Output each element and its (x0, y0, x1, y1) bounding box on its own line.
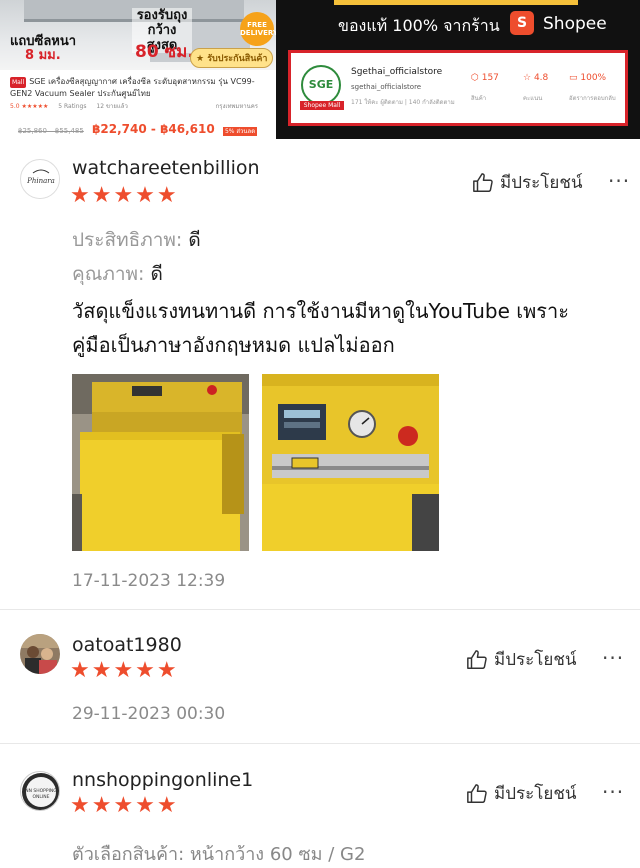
attribute-quality: คุณภาพ: ดี (72, 263, 163, 285)
attribute-performance: ประสิทธิภาพ: ดี (72, 229, 201, 251)
helpful-button[interactable]: มีประโยชน์ (466, 646, 577, 673)
review-username[interactable]: nnshoppingonline1 (72, 769, 253, 791)
mall-tag: Mall (10, 77, 27, 88)
review-item: Phinara watchareetenbillion ★★★★★ มีประโ… (0, 139, 640, 610)
review-username[interactable]: oatoat1980 (72, 634, 182, 656)
old-price: ฿25,860 – ฿55,485 (18, 127, 84, 135)
review-timestamp: 29-11-2023 00:30 (72, 704, 226, 724)
products-stat-label: สินค้า (471, 95, 487, 102)
more-options-icon[interactable]: ··· (602, 780, 624, 804)
store-name: Sgethai_officialstore (351, 67, 443, 77)
store-ad: ของแท้ 100% จากร้าน S Shopee SGE Shopee … (278, 0, 640, 139)
thumbs-up-icon (467, 649, 487, 669)
review-photo[interactable] (72, 374, 249, 551)
more-options-icon[interactable]: ··· (608, 169, 630, 193)
free-delivery-badge: FREE DELIVERY (240, 12, 276, 46)
discount-badge: 5% ส่วนลด (222, 127, 258, 136)
thumbs-up-icon (473, 172, 493, 192)
rating-stat-label: คะแนน (523, 95, 543, 102)
product-ad-card[interactable]: แถบซีลหนา 8 มม. รองรับถุงกว้างสูงสุด 80 … (0, 0, 276, 139)
product-banner: แถบซีลหนา 8 มม. รองรับถุงกว้างสูงสุด 80 … (0, 0, 640, 139)
helpful-button[interactable]: มีประโยชน์ (472, 169, 583, 196)
shopee-bag-icon: S (510, 11, 534, 35)
avatar[interactable]: Phinara (20, 159, 60, 199)
review-timestamp: 17-11-2023 12:39 (72, 571, 226, 591)
product-rating: 5.0 ★★★★★ (10, 103, 49, 110)
review-text-line-1: วัสดุแข็งแรงทนทานดี การใช้งานมีหาดูในYou… (72, 299, 569, 323)
svg-text:NN SHOPPING: NN SHOPPING (25, 788, 57, 794)
thumbs-up-icon (467, 783, 487, 803)
review-photo[interactable] (262, 374, 439, 551)
response-stat-label: อัตราการตอบกลับ (569, 95, 616, 102)
review-text-line-2: คู่มือเป็นภาษาอังกฤษหมด แปลไม่ออก (72, 333, 395, 357)
products-stat: ⬡ 157 (471, 73, 499, 83)
shopee-brand: Shopee (543, 14, 607, 34)
store-handle: sgethai_officialstore (351, 83, 422, 91)
response-stat: ▭ 100% (569, 73, 607, 83)
store-meta: 171 ให้คะ ผู้ติดตาม | 140 กำลังติดตาม (351, 99, 455, 106)
genuine-text: ของแท้ 100% จากร้าน (338, 16, 500, 35)
sold-count: 12 ขายแล้ว (96, 103, 128, 110)
seal-width-value: 8 มม. (25, 48, 61, 63)
more-options-icon[interactable]: ··· (602, 646, 624, 670)
current-price: ฿22,740 - ฿46,610 (92, 122, 215, 136)
rating-stars: ★★★★★ (70, 183, 179, 208)
svg-text:ONLINE: ONLINE (33, 794, 50, 800)
store-logo: SGE (301, 65, 341, 105)
bag-width-value: 80 ซม. (135, 42, 194, 62)
shopee-mall-label: Shopee Mall (300, 101, 344, 110)
review-item: oatoat1980 ★★★★★ มีประโยชน์ ··· 29-11-20… (0, 610, 640, 744)
rating-stars: ★★★★★ (70, 658, 179, 683)
guarantee-badge: ★ รับประกันสินค้า (190, 48, 274, 68)
review-item: NN SHOPPING ONLINE nnshoppingonline1 ★★★… (0, 745, 640, 865)
rating-stat: ☆ 4.8 (523, 73, 549, 83)
product-location: กรุงเทพมหานคร (215, 103, 258, 110)
avatar[interactable] (20, 634, 60, 674)
review-username[interactable]: watchareetenbillion (72, 157, 260, 179)
price-row: ฿25,860 – ฿55,485 ฿22,740 - ฿46,610 5% ส… (18, 122, 258, 136)
svg-text:Phinara: Phinara (26, 177, 55, 185)
product-stats: 5.0 ★★★★★ 5 Ratings 12 ขายแล้ว กรุงเทพมห… (10, 101, 270, 111)
product-title[interactable]: Mall SGE เครื่องซีลสุญญากาศ เครื่องซีล ระ… (10, 76, 260, 99)
ratings-count: 5 Ratings (58, 103, 87, 110)
variant-text: ตัวเลือกสินค้า: หน้ากว้าง 60 ซม / G2 (72, 844, 366, 865)
helpful-button[interactable]: มีประโยชน์ (466, 780, 577, 807)
avatar[interactable]: NN SHOPPING ONLINE (20, 771, 60, 811)
store-card[interactable]: SGE Shopee Mall Sgethai_officialstore sg… (288, 50, 628, 126)
rating-stars: ★★★★★ (70, 793, 179, 818)
